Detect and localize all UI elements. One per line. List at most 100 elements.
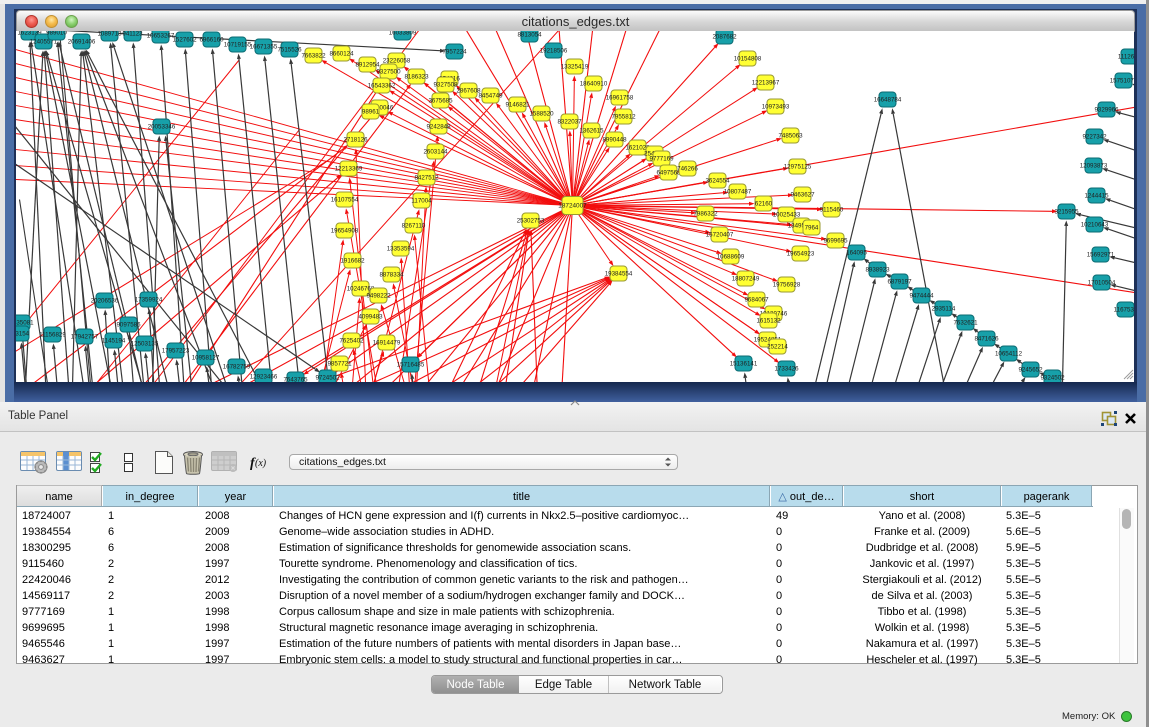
svg-text:13325419: 13325419 xyxy=(561,64,589,71)
svg-text:10654112: 10654112 xyxy=(995,351,1023,358)
svg-text:10025433: 10025433 xyxy=(773,212,801,219)
svg-text:12503135: 12503135 xyxy=(131,341,159,348)
svg-text:17010504: 17010504 xyxy=(1088,280,1116,287)
svg-text:4099483: 4099483 xyxy=(358,314,383,321)
svg-text:17359924: 17359924 xyxy=(135,297,163,304)
svg-text:9684067: 9684067 xyxy=(744,297,769,304)
svg-text:20691406: 20691406 xyxy=(68,39,96,46)
svg-text:9097586: 9097586 xyxy=(116,322,141,329)
svg-text:2867608: 2867608 xyxy=(456,88,481,95)
svg-text:1244415: 1244415 xyxy=(1084,193,1109,200)
svg-text:98961: 98961 xyxy=(362,109,380,116)
svg-text:15751074: 15751074 xyxy=(1110,78,1134,85)
svg-text:7632621: 7632621 xyxy=(953,320,978,327)
svg-text:15692971: 15692971 xyxy=(1087,252,1115,259)
svg-text:9463627: 9463627 xyxy=(790,192,815,199)
svg-text:9327500: 9327500 xyxy=(376,69,401,76)
svg-text:7663822: 7663822 xyxy=(301,53,326,60)
svg-text:8990448: 8990448 xyxy=(602,137,627,144)
svg-text:19654908: 19654908 xyxy=(331,228,359,235)
svg-text:9699695: 9699695 xyxy=(823,238,848,245)
svg-text:3675685: 3675685 xyxy=(428,98,453,105)
svg-text:117004: 117004 xyxy=(411,198,432,205)
svg-text:164095: 164095 xyxy=(846,250,867,257)
svg-text:8186323: 8186323 xyxy=(404,74,429,81)
svg-text:16671355: 16671355 xyxy=(250,44,278,51)
svg-text:33154: 33154 xyxy=(16,331,30,338)
svg-text:1733426: 1733426 xyxy=(774,366,799,373)
svg-text:10154808: 10154808 xyxy=(734,56,762,63)
svg-text:25302753: 25302753 xyxy=(517,218,545,225)
svg-text:(x): (x) xyxy=(255,458,267,469)
svg-text:16914479: 16914479 xyxy=(373,340,401,347)
svg-text:8938923: 8938923 xyxy=(865,267,890,274)
svg-text:9245652: 9245652 xyxy=(1018,367,1043,374)
svg-text:10688609: 10688609 xyxy=(717,254,745,261)
svg-text:20053346: 20053346 xyxy=(148,124,176,131)
svg-text:3624554: 3624554 xyxy=(705,178,730,185)
svg-text:10807487: 10807487 xyxy=(724,189,752,196)
svg-text:2935114: 2935114 xyxy=(932,306,956,313)
svg-text:7955812: 7955812 xyxy=(611,114,636,121)
svg-text:7625402: 7625402 xyxy=(339,338,364,345)
svg-text:8454749: 8454749 xyxy=(478,93,503,100)
svg-text:9724502: 9724502 xyxy=(315,375,340,382)
svg-text:9857721: 9857721 xyxy=(327,361,352,368)
svg-text:9777169: 9777169 xyxy=(649,156,674,163)
svg-text:16782759: 16782759 xyxy=(223,364,251,371)
svg-text:252214: 252214 xyxy=(767,344,788,351)
svg-text:1916682: 1916682 xyxy=(340,258,365,265)
svg-text:19654923: 19654923 xyxy=(787,251,815,258)
svg-text:18724007: 18724007 xyxy=(558,203,587,210)
svg-text:12213369: 12213369 xyxy=(335,166,363,173)
svg-text:10958127: 10958127 xyxy=(192,355,220,362)
svg-text:16648784: 16648784 xyxy=(874,97,902,104)
svg-text:10210643: 10210643 xyxy=(1081,222,1109,229)
svg-text:8660124: 8660124 xyxy=(329,51,354,58)
svg-text:15716485: 15716485 xyxy=(397,362,425,369)
svg-text:1167533: 1167533 xyxy=(1114,307,1134,314)
svg-text:16107554: 16107554 xyxy=(331,197,359,204)
svg-text:9242848: 9242848 xyxy=(426,124,451,131)
svg-text:12975125: 12975125 xyxy=(784,164,812,171)
svg-text:3215955: 3215955 xyxy=(1054,209,1079,216)
svg-text:18807249: 18807249 xyxy=(732,276,760,283)
svg-text:19384554: 19384554 xyxy=(605,271,633,278)
svg-text:12923466: 12923466 xyxy=(250,374,278,381)
svg-text:2718126: 2718126 xyxy=(343,137,368,144)
svg-text:1615132: 1615132 xyxy=(756,318,781,325)
svg-text:941123: 941123 xyxy=(122,31,143,38)
svg-text:8912954: 8912954 xyxy=(355,62,380,69)
svg-text:8322037: 8322037 xyxy=(557,119,582,126)
svg-text:746266: 746266 xyxy=(677,166,698,173)
svg-text:9329966: 9329966 xyxy=(1094,107,1119,114)
svg-text:11156829: 11156829 xyxy=(39,332,66,339)
svg-text:9115460: 9115460 xyxy=(820,207,844,214)
svg-text:10973493: 10973493 xyxy=(762,104,790,111)
svg-text:7643765: 7643765 xyxy=(283,377,308,383)
svg-text:9227342: 9227342 xyxy=(1082,134,1107,141)
svg-text:8267110: 8267110 xyxy=(402,223,426,230)
svg-text:12213967: 12213967 xyxy=(752,80,780,87)
svg-text:23226058: 23226058 xyxy=(383,58,411,65)
svg-text:9474444: 9474444 xyxy=(909,293,934,300)
svg-text:7515526: 7515526 xyxy=(277,47,302,54)
svg-text:9498222: 9498222 xyxy=(366,293,391,300)
svg-text:6966160: 6966160 xyxy=(199,37,224,44)
svg-text:2087682: 2087682 xyxy=(712,34,737,41)
svg-text:1145194: 1145194 xyxy=(102,338,126,345)
svg-text:12093873: 12093873 xyxy=(1080,163,1108,170)
svg-text:7957224: 7957224 xyxy=(442,49,467,56)
svg-text:10719155: 10719155 xyxy=(224,42,252,49)
svg-text:8813054: 8813054 xyxy=(517,32,542,39)
svg-text:17942757: 17942757 xyxy=(71,334,99,341)
svg-text:19218506: 19218506 xyxy=(540,48,568,55)
svg-text:10653267: 10653267 xyxy=(147,33,175,40)
svg-text:1362615: 1362615 xyxy=(579,128,604,135)
svg-text:7485063: 7485063 xyxy=(778,133,803,140)
svg-text:17957223: 17957223 xyxy=(162,348,190,355)
svg-text:15136141: 15136141 xyxy=(730,361,758,368)
svg-text:62160: 62160 xyxy=(755,201,773,208)
svg-text:16543362: 16543362 xyxy=(368,83,396,90)
svg-text:13353594: 13353594 xyxy=(387,246,415,253)
